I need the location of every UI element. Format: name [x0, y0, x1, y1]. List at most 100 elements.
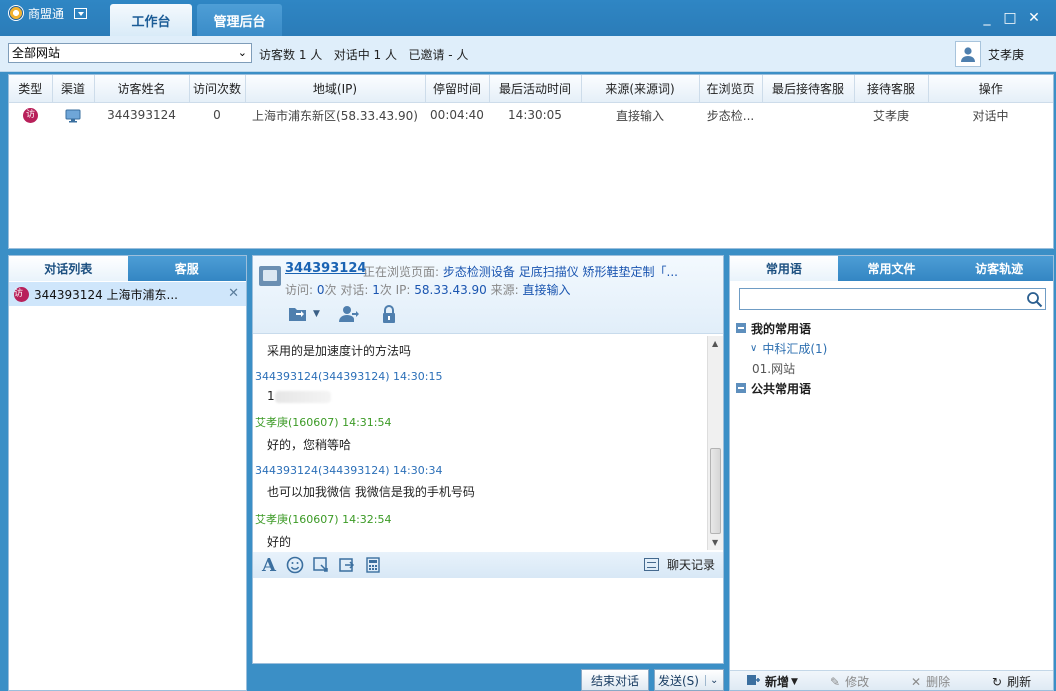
chevron-down-icon: ⌄	[237, 46, 247, 59]
chat-history-button[interactable]: 聊天记录	[643, 556, 715, 573]
message-meta: 艾孝庚(160607) 14:32:54	[255, 513, 392, 526]
info-prefix: 访问:	[285, 283, 317, 297]
refresh-label: 刷新	[1007, 675, 1032, 689]
tree-leaf-phrase[interactable]: 01.网站	[736, 358, 827, 378]
scroll-up-icon[interactable]: ▲	[712, 339, 718, 348]
tree-node-my-phrases[interactable]: 我的常用语	[736, 318, 827, 338]
avatar[interactable]	[955, 41, 981, 67]
chevron-down-icon[interactable]: ∨	[750, 343, 757, 354]
tab-common-files[interactable]: 常用文件	[837, 256, 946, 281]
col-header-channel[interactable]: 渠道	[52, 75, 95, 103]
lock-icon[interactable]	[378, 304, 400, 324]
tree-node-public-phrases[interactable]: 公共常用语	[736, 378, 827, 398]
send-file-icon[interactable]	[337, 555, 357, 575]
conversation-item[interactable]: 访 344393124 上海市浦东... ✕	[9, 282, 246, 306]
scroll-thumb[interactable]	[710, 448, 721, 534]
user-area[interactable]: 艾孝庚	[955, 41, 1024, 67]
end-chat-button[interactable]: 结束对话	[581, 669, 649, 691]
app-menu-icon[interactable]	[74, 7, 88, 19]
visitor-info: 访问: 0次 对话: 1次 IP: 58.33.43.90 来源: 直接输入	[285, 281, 571, 298]
invite-user-icon[interactable]	[338, 304, 360, 324]
refresh-button[interactable]: ↻ 刷新	[992, 673, 1031, 690]
message-text: 1	[267, 389, 275, 403]
user-icon	[961, 47, 975, 62]
close-icon[interactable]: ✕	[228, 286, 239, 301]
col-header-last-active[interactable]: 最后活动时间	[489, 75, 582, 103]
minimize-icon[interactable]: _	[978, 9, 996, 27]
visitor-stats: 访客数 1 人 对话中 1 人 已邀请 - 人	[259, 46, 468, 63]
col-header-name[interactable]: 访客姓名	[94, 75, 190, 103]
app-name: 商盟通	[28, 6, 65, 21]
col-header-region[interactable]: 地域(IP)	[245, 75, 426, 103]
chevron-down-icon[interactable]: ▼	[791, 677, 798, 687]
chat-input-toolbar: A 聊天记录	[253, 552, 723, 578]
chat-header: 344393124 正在浏览页面: 步态检测设备 足底扫描仪 矫形鞋垫定制「..…	[253, 256, 723, 334]
font-icon[interactable]: A	[259, 555, 279, 576]
tree-node-group[interactable]: ∨ 中科汇成(1)	[736, 338, 827, 358]
info-mid2: 次 IP:	[379, 283, 415, 297]
last-agent-cell	[762, 102, 854, 128]
col-header-source[interactable]: 来源(来源词)	[581, 75, 700, 103]
add-phrase-button[interactable]: 新增 ▼	[746, 673, 798, 690]
message-text: 1	[253, 389, 723, 403]
left-panel: 对话列表 客服 访 344393124 上海市浦东... ✕	[8, 255, 247, 691]
delete-phrase-label: 删除	[926, 675, 951, 689]
delete-icon: ✕	[911, 674, 922, 689]
search-icon[interactable]	[1026, 291, 1043, 308]
tree-node-label: 中科汇成(1)	[762, 341, 828, 356]
calculator-icon[interactable]	[363, 555, 383, 575]
tab-visitor-track[interactable]: 访客轨迹	[945, 256, 1054, 281]
browsing-pages: 正在浏览页面: 步态检测设备 足底扫描仪 矫形鞋垫定制「...	[363, 263, 718, 280]
edit-phrase-button[interactable]: ✎ 修改	[830, 673, 869, 690]
tab-workbench[interactable]: 工作台	[110, 4, 192, 36]
close-icon[interactable]: ✕	[1025, 9, 1043, 27]
tree-leaf-label: 01.网站	[752, 361, 796, 376]
collapse-icon[interactable]	[736, 383, 746, 393]
scroll-down-icon[interactable]: ▼	[712, 538, 718, 547]
source-cell: 直接输入	[615, 108, 664, 123]
chat-panel: 344393124 正在浏览页面: 步态检测设备 足底扫描仪 矫形鞋垫定制「..…	[252, 255, 724, 664]
info-chats: 1	[372, 283, 380, 297]
page-link[interactable]: 步态检...	[699, 102, 762, 128]
title-bar: 商盟通 工作台 管理后台 _ □ ✕	[0, 0, 1056, 36]
col-header-action[interactable]: 操作	[928, 75, 1053, 103]
chevron-down-icon[interactable]: ⌄	[704, 674, 718, 686]
right-panel-tabs: 常用语 常用文件 访客轨迹	[730, 256, 1054, 281]
browsing-page-links[interactable]: 步态检测设备 足底扫描仪 矫形鞋垫定制「...	[443, 265, 678, 279]
col-header-page[interactable]: 在浏览页	[699, 75, 763, 103]
col-header-type[interactable]: 类型	[9, 75, 53, 103]
collapse-icon[interactable]	[736, 323, 746, 333]
chevron-down-icon[interactable]: ▼	[313, 309, 320, 319]
screenshot-icon[interactable]	[311, 555, 331, 575]
phrase-tree: 我的常用语 ∨ 中科汇成(1) 01.网站 公共常用语	[736, 318, 827, 398]
tab-conversation-list[interactable]: 对话列表	[9, 256, 128, 281]
table-row[interactable]: 访 344393124 0 上海市浦东新区(58.33.43.90) 00:04…	[9, 102, 1053, 128]
tab-agents[interactable]: 客服	[127, 256, 246, 281]
tab-admin[interactable]: 管理后台	[197, 4, 282, 36]
visitor-type-icon: 访	[23, 107, 38, 123]
site-select-value: 全部网站	[12, 46, 61, 60]
info-ip: 58.33.43.90	[414, 283, 487, 297]
tab-common-phrases[interactable]: 常用语	[730, 256, 838, 281]
site-select[interactable]: 全部网站 ⌄	[8, 43, 252, 63]
table-header-row: 类型 渠道 访客姓名 访问次数 地域(IP) 停留时间 最后活动时间 来源(来源…	[9, 75, 1053, 103]
send-button[interactable]: 发送(S) ⌄	[654, 669, 724, 691]
chat-scrollbar[interactable]: ▲ ▼	[707, 336, 723, 550]
conversation-label: 344393124 上海市浦东...	[34, 287, 178, 302]
app-logo[interactable]: 商盟通	[8, 4, 88, 22]
transfer-button[interactable]: ▼	[287, 304, 320, 324]
delete-phrase-button[interactable]: ✕ 删除	[911, 673, 950, 690]
col-header-visits[interactable]: 访问次数	[189, 75, 246, 103]
channel-cell	[52, 102, 94, 128]
phrase-search-input[interactable]	[739, 288, 1046, 310]
col-header-agent[interactable]: 接待客服	[854, 75, 929, 103]
col-header-stay[interactable]: 停留时间	[425, 75, 490, 103]
right-panel: 常用语 常用文件 访客轨迹 我的常用语 ∨ 中科汇成(1) 01.网站 公共常用…	[729, 255, 1054, 691]
col-header-last-agent[interactable]: 最后接待客服	[762, 75, 855, 103]
chat-visitor-name[interactable]: 344393124	[285, 261, 366, 276]
emoji-icon[interactable]	[285, 555, 305, 575]
action-status[interactable]: 对话中	[928, 102, 1053, 128]
maximize-icon[interactable]: □	[1001, 9, 1019, 27]
visitor-table: 类型 渠道 访客姓名 访问次数 地域(IP) 停留时间 最后活动时间 来源(来源…	[8, 74, 1054, 249]
agent-cell: 艾孝庚	[872, 108, 909, 123]
